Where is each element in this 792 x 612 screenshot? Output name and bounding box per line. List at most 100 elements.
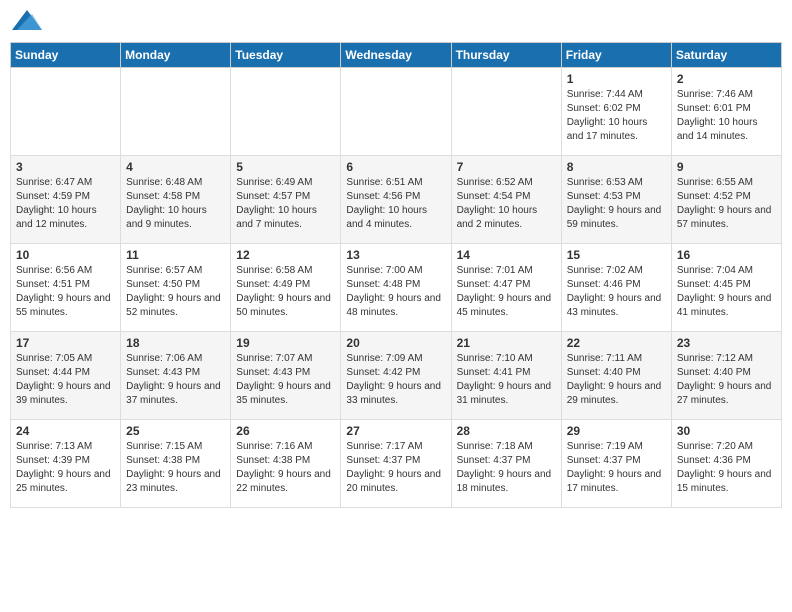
calendar-cell: 26 Sunrise: 7:16 AMSunset: 4:38 PMDayligh…: [231, 420, 341, 508]
logo: [10, 14, 42, 34]
day-number: 13: [346, 248, 445, 262]
cell-info: Sunrise: 7:16 AMSunset: 4:38 PMDaylight:…: [236, 440, 335, 496]
cell-info: Sunrise: 7:17 AMSunset: 4:37 PMDaylight:…: [346, 440, 445, 496]
calendar-cell: 29 Sunrise: 7:19 AMSunset: 4:37 PMDayligh…: [561, 420, 671, 508]
cell-info: Sunrise: 7:20 AMSunset: 4:36 PMDaylight:…: [677, 440, 776, 496]
calendar-header-row: SundayMondayTuesdayWednesdayThursdayFrid…: [11, 43, 782, 68]
day-number: 20: [346, 336, 445, 350]
day-number: 15: [567, 248, 666, 262]
calendar-cell: 23 Sunrise: 7:12 AMSunset: 4:40 PMDayligh…: [671, 332, 781, 420]
cell-info: Sunrise: 7:05 AMSunset: 4:44 PMDaylight:…: [16, 352, 115, 408]
day-number: 4: [126, 160, 225, 174]
calendar-cell: [11, 68, 121, 156]
calendar-cell: [451, 68, 561, 156]
calendar-week-2: 3Sunrise: 6:47 AMSunset: 4:59 PMDaylight…: [11, 156, 782, 244]
cell-info: Sunrise: 6:49 AMSunset: 4:57 PMDaylight:…: [236, 176, 335, 232]
calendar-table: SundayMondayTuesdayWednesdayThursdayFrid…: [10, 42, 782, 508]
cell-info: Sunrise: 6:52 AMSunset: 4:54 PMDaylight:…: [457, 176, 556, 232]
calendar-cell: 19Sunrise: 7:07 AMSunset: 4:43 PMDayligh…: [231, 332, 341, 420]
calendar-cell: [121, 68, 231, 156]
calendar-cell: 8 Sunrise: 6:53 AMSunset: 4:53 PMDaylight…: [561, 156, 671, 244]
header-saturday: Saturday: [671, 43, 781, 68]
calendar-cell: 1 Sunrise: 7:44 AMSunset: 6:02 PMDaylight…: [561, 68, 671, 156]
cell-info: Sunrise: 6:53 AMSunset: 4:53 PMDaylight:…: [567, 176, 666, 232]
calendar-cell: 28 Sunrise: 7:18 AMSunset: 4:37 PMDayligh…: [451, 420, 561, 508]
day-number: 7: [457, 160, 556, 174]
calendar-cell: 14 Sunrise: 7:01 AMSunset: 4:47 PMDayligh…: [451, 244, 561, 332]
day-number: 14: [457, 248, 556, 262]
cell-info: Sunrise: 6:57 AMSunset: 4:50 PMDaylight:…: [126, 264, 225, 320]
day-number: 22: [567, 336, 666, 350]
cell-info: Sunrise: 7:18 AMSunset: 4:37 PMDaylight:…: [457, 440, 556, 496]
calendar-cell: 21 Sunrise: 7:10 AMSunset: 4:41 PMDayligh…: [451, 332, 561, 420]
calendar-week-1: 1 Sunrise: 7:44 AMSunset: 6:02 PMDaylight…: [11, 68, 782, 156]
cell-info: Sunrise: 7:06 AMSunset: 4:43 PMDaylight:…: [126, 352, 225, 408]
day-number: 29: [567, 424, 666, 438]
calendar-cell: [231, 68, 341, 156]
cell-info: Sunrise: 7:09 AMSunset: 4:42 PMDaylight:…: [346, 352, 445, 408]
calendar-cell: 18Sunrise: 7:06 AMSunset: 4:43 PMDayligh…: [121, 332, 231, 420]
day-number: 26: [236, 424, 335, 438]
cell-info: Sunrise: 7:15 AMSunset: 4:38 PMDaylight:…: [126, 440, 225, 496]
cell-info: Sunrise: 6:48 AMSunset: 4:58 PMDaylight:…: [126, 176, 225, 232]
day-number: 1: [567, 72, 666, 86]
calendar-cell: 27 Sunrise: 7:17 AMSunset: 4:37 PMDayligh…: [341, 420, 451, 508]
header-monday: Monday: [121, 43, 231, 68]
day-number: 2: [677, 72, 776, 86]
header-friday: Friday: [561, 43, 671, 68]
calendar-cell: 2 Sunrise: 7:46 AMSunset: 6:01 PMDaylight…: [671, 68, 781, 156]
day-number: 30: [677, 424, 776, 438]
calendar-cell: 24 Sunrise: 7:13 AMSunset: 4:39 PMDayligh…: [11, 420, 121, 508]
calendar-cell: 16 Sunrise: 7:04 AMSunset: 4:45 PMDayligh…: [671, 244, 781, 332]
cell-info: Sunrise: 7:12 AMSunset: 4:40 PMDaylight:…: [677, 352, 776, 408]
cell-info: Sunrise: 7:00 AMSunset: 4:48 PMDaylight:…: [346, 264, 445, 320]
calendar-cell: 6Sunrise: 6:51 AMSunset: 4:56 PMDaylight…: [341, 156, 451, 244]
cell-info: Sunrise: 7:11 AMSunset: 4:40 PMDaylight:…: [567, 352, 666, 408]
calendar-cell: 15 Sunrise: 7:02 AMSunset: 4:46 PMDayligh…: [561, 244, 671, 332]
calendar-cell: 17 Sunrise: 7:05 AMSunset: 4:44 PMDayligh…: [11, 332, 121, 420]
cell-info: Sunrise: 6:58 AMSunset: 4:49 PMDaylight:…: [236, 264, 335, 320]
cell-info: Sunrise: 7:19 AMSunset: 4:37 PMDaylight:…: [567, 440, 666, 496]
day-number: 27: [346, 424, 445, 438]
header-wednesday: Wednesday: [341, 43, 451, 68]
cell-info: Sunrise: 7:01 AMSunset: 4:47 PMDaylight:…: [457, 264, 556, 320]
day-number: 11: [126, 248, 225, 262]
day-number: 16: [677, 248, 776, 262]
day-number: 23: [677, 336, 776, 350]
cell-info: Sunrise: 7:02 AMSunset: 4:46 PMDaylight:…: [567, 264, 666, 320]
cell-info: Sunrise: 7:44 AMSunset: 6:02 PMDaylight:…: [567, 88, 666, 144]
calendar-cell: 12 Sunrise: 6:58 AMSunset: 4:49 PMDayligh…: [231, 244, 341, 332]
calendar-cell: 5Sunrise: 6:49 AMSunset: 4:57 PMDaylight…: [231, 156, 341, 244]
day-number: 3: [16, 160, 115, 174]
calendar-cell: 3Sunrise: 6:47 AMSunset: 4:59 PMDaylight…: [11, 156, 121, 244]
header-sunday: Sunday: [11, 43, 121, 68]
cell-info: Sunrise: 7:10 AMSunset: 4:41 PMDaylight:…: [457, 352, 556, 408]
calendar-week-5: 24 Sunrise: 7:13 AMSunset: 4:39 PMDayligh…: [11, 420, 782, 508]
logo-icon: [12, 10, 42, 34]
calendar-cell: 10 Sunrise: 6:56 AMSunset: 4:51 PMDayligh…: [11, 244, 121, 332]
day-number: 8: [567, 160, 666, 174]
calendar-cell: 7 Sunrise: 6:52 AMSunset: 4:54 PMDaylight…: [451, 156, 561, 244]
calendar-cell: 30 Sunrise: 7:20 AMSunset: 4:36 PMDayligh…: [671, 420, 781, 508]
day-number: 28: [457, 424, 556, 438]
page-header: [10, 10, 782, 34]
day-number: 21: [457, 336, 556, 350]
day-number: 24: [16, 424, 115, 438]
cell-info: Sunrise: 6:56 AMSunset: 4:51 PMDaylight:…: [16, 264, 115, 320]
cell-info: Sunrise: 7:46 AMSunset: 6:01 PMDaylight:…: [677, 88, 776, 144]
cell-info: Sunrise: 7:04 AMSunset: 4:45 PMDaylight:…: [677, 264, 776, 320]
calendar-cell: [341, 68, 451, 156]
calendar-week-3: 10 Sunrise: 6:56 AMSunset: 4:51 PMDayligh…: [11, 244, 782, 332]
header-thursday: Thursday: [451, 43, 561, 68]
day-number: 17: [16, 336, 115, 350]
day-number: 12: [236, 248, 335, 262]
calendar-cell: 4 Sunrise: 6:48 AMSunset: 4:58 PMDaylight…: [121, 156, 231, 244]
cell-info: Sunrise: 7:13 AMSunset: 4:39 PMDaylight:…: [16, 440, 115, 496]
day-number: 10: [16, 248, 115, 262]
cell-info: Sunrise: 6:55 AMSunset: 4:52 PMDaylight:…: [677, 176, 776, 232]
calendar-cell: 22 Sunrise: 7:11 AMSunset: 4:40 PMDayligh…: [561, 332, 671, 420]
calendar-cell: 9Sunrise: 6:55 AMSunset: 4:52 PMDaylight…: [671, 156, 781, 244]
calendar-cell: 20 Sunrise: 7:09 AMSunset: 4:42 PMDayligh…: [341, 332, 451, 420]
calendar-cell: 13 Sunrise: 7:00 AMSunset: 4:48 PMDayligh…: [341, 244, 451, 332]
day-number: 19: [236, 336, 335, 350]
